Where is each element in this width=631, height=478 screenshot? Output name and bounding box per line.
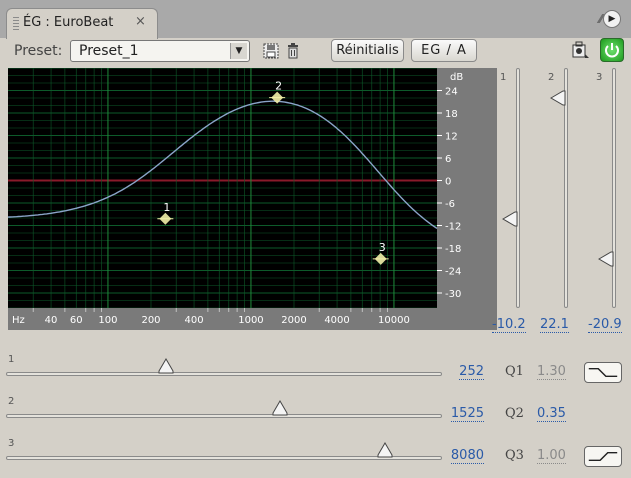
freq-slider-thumb-2[interactable] bbox=[272, 400, 288, 416]
bypass-icon[interactable] bbox=[570, 40, 590, 60]
eq-point-1[interactable]: 1 bbox=[157, 201, 174, 225]
gain-value-1[interactable]: -10.2 bbox=[492, 317, 526, 333]
q-value-1[interactable]: 1.30 bbox=[537, 364, 566, 380]
delete-preset-icon[interactable] bbox=[286, 42, 300, 60]
freq-slider-thumb-1[interactable] bbox=[158, 358, 174, 374]
gain-slider-thumb-1[interactable] bbox=[502, 211, 518, 227]
q-label-3: Q3 bbox=[505, 448, 524, 463]
hz-tick-label: 4000 bbox=[324, 315, 349, 326]
gain-slider-number: 3 bbox=[596, 72, 603, 83]
freq-value-1[interactable]: 252 bbox=[459, 364, 484, 380]
eq-point-label: 3 bbox=[379, 241, 386, 254]
gain-value-3[interactable]: -20.9 bbox=[588, 317, 622, 333]
hz-tick-label: 2000 bbox=[281, 315, 306, 326]
eq-graph[interactable]: dB 24 18 12 6 0 -6 -12 -18 -24 -30 Hz 40 60 100 200 400… bbox=[8, 68, 497, 330]
freq-slider-track-1[interactable] bbox=[6, 372, 442, 376]
hz-tick-label: 60 bbox=[70, 315, 83, 326]
high-shelf-button[interactable] bbox=[584, 446, 622, 467]
power-button[interactable] bbox=[600, 38, 624, 62]
preset-value: Preset_1 bbox=[79, 43, 139, 59]
eq-point-label: 1 bbox=[163, 201, 170, 214]
db-tick-label: 6 bbox=[445, 154, 451, 165]
db-tick-label: 12 bbox=[445, 132, 458, 143]
tab-title: ÉG : EuroBeat bbox=[23, 15, 114, 30]
freq-slider-number: 3 bbox=[8, 438, 15, 449]
db-tick-label: -30 bbox=[445, 289, 461, 300]
close-icon[interactable]: × bbox=[135, 14, 146, 29]
tab-strip: ÉG : EuroBeat × ⁄⁄⁄ ▶ bbox=[0, 0, 631, 39]
freq-slider-number: 2 bbox=[8, 396, 15, 407]
high-shelf-icon bbox=[588, 452, 618, 461]
db-tick-label: -12 bbox=[445, 222, 461, 233]
freq-value-2[interactable]: 1525 bbox=[450, 406, 484, 422]
gain-slider-thumb-2[interactable] bbox=[550, 90, 566, 106]
gain-slider-track-1[interactable] bbox=[516, 68, 520, 308]
db-tick-label: -18 bbox=[445, 244, 461, 255]
panel-menu-button[interactable]: ⁄⁄⁄ ▶ bbox=[593, 10, 621, 28]
low-shelf-icon bbox=[588, 368, 618, 377]
db-tick-label: 24 bbox=[445, 87, 458, 98]
menu-arrow-icon[interactable]: ▶ bbox=[603, 10, 621, 28]
low-shelf-button[interactable] bbox=[584, 362, 622, 383]
eq-point-3[interactable]: 3 bbox=[372, 241, 389, 265]
gain-slider-number: 2 bbox=[548, 72, 555, 83]
drag-grip-icon[interactable] bbox=[13, 17, 19, 31]
hz-tick-label: 100 bbox=[98, 315, 117, 326]
gain-slider-number: 1 bbox=[500, 72, 507, 83]
gain-value-2[interactable]: 22.1 bbox=[540, 317, 569, 333]
preset-label: Preset: bbox=[14, 43, 63, 59]
eg-a-button[interactable]: EG / A bbox=[411, 39, 477, 62]
save-preset-icon[interactable] bbox=[262, 42, 280, 60]
chevron-down-icon[interactable]: ▼ bbox=[230, 43, 247, 59]
db-tick-label: 18 bbox=[445, 109, 458, 120]
hz-tick-label: 10000 bbox=[378, 315, 410, 326]
hz-tick-label: 1000 bbox=[238, 315, 263, 326]
hz-unit-label: Hz bbox=[12, 315, 25, 326]
hz-tick-label: 200 bbox=[141, 315, 160, 326]
freq-slider-thumb-3[interactable] bbox=[377, 442, 393, 458]
preset-select[interactable]: Preset_1 ▼ bbox=[70, 40, 250, 62]
q-value-3[interactable]: 1.00 bbox=[537, 448, 566, 464]
db-tick-label: 0 bbox=[445, 177, 451, 188]
q-value-2[interactable]: 0.35 bbox=[537, 406, 566, 422]
reset-button[interactable]: Réinitialis bbox=[331, 39, 404, 62]
db-tick-label: -24 bbox=[445, 267, 461, 278]
q-label-2: Q2 bbox=[505, 406, 524, 421]
freq-slider-track-2[interactable] bbox=[6, 414, 442, 418]
gain-slider-track-3[interactable] bbox=[612, 68, 616, 308]
gain-slider-thumb-3[interactable] bbox=[598, 251, 614, 267]
q-label-1: Q1 bbox=[505, 364, 524, 379]
hz-tick-label: 40 bbox=[45, 315, 58, 326]
freq-slider-number: 1 bbox=[8, 354, 15, 365]
db-tick-label: -6 bbox=[445, 199, 455, 210]
eq-point-label: 2 bbox=[275, 80, 282, 93]
eq-graph-canvas[interactable]: dB24181260-6-12-18-24-30 Hz 40 60 100 200 400… bbox=[8, 68, 497, 330]
hz-tick-label: 400 bbox=[185, 315, 204, 326]
tab-eurobeat[interactable]: ÉG : EuroBeat × bbox=[6, 8, 158, 39]
db-unit-label: dB bbox=[450, 72, 463, 83]
freq-value-3[interactable]: 8080 bbox=[450, 448, 484, 464]
